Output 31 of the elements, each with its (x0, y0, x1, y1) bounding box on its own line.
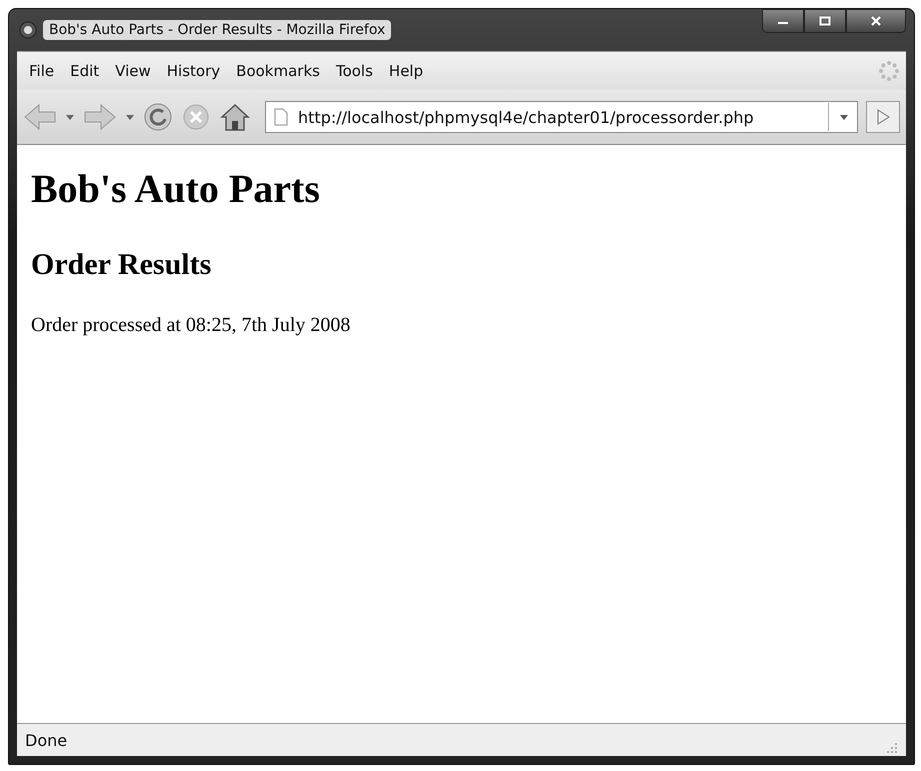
menu-item[interactable]: Bookmarks (230, 60, 326, 82)
forward-icon[interactable] (83, 102, 117, 132)
close-icon (870, 16, 882, 26)
page-heading: Bob's Auto Parts (31, 165, 321, 212)
play-icon (875, 108, 891, 126)
dropdown-icon[interactable] (125, 113, 135, 121)
dropdown-icon[interactable] (839, 113, 849, 121)
resize-grip-icon[interactable] (886, 742, 898, 754)
menu-item[interactable]: Help (382, 60, 430, 82)
window-title: Bob's Auto Parts - Order Results - Mozilla Firefox (43, 20, 392, 40)
minimize-button[interactable] (762, 9, 804, 33)
order-message: Order processed at 08:25, 7th July 2008 (31, 314, 352, 337)
throbber-icon (878, 60, 900, 82)
maximize-icon (819, 16, 831, 26)
page-icon (274, 108, 288, 126)
dropdown-icon[interactable] (65, 113, 75, 121)
address-field[interactable]: http://localhost/phpmysql4e/chapter01/processorder.php (265, 101, 858, 133)
menu-item[interactable]: History (160, 60, 226, 82)
close-button[interactable] (846, 9, 906, 33)
menu-item[interactable]: File (23, 60, 60, 82)
menu-item[interactable]: View (109, 60, 157, 82)
go-button[interactable] (866, 101, 900, 133)
menu-item[interactable]: Edit (64, 60, 106, 82)
reload-icon[interactable] (143, 102, 173, 132)
stop-icon[interactable] (181, 102, 211, 132)
home-icon[interactable] (219, 102, 251, 132)
maximize-button[interactable] (804, 9, 846, 33)
back-icon[interactable] (23, 102, 57, 132)
page-subheading: Order Results (31, 248, 212, 282)
status-text: Done (25, 730, 68, 750)
menu-item[interactable]: Tools (330, 60, 379, 82)
